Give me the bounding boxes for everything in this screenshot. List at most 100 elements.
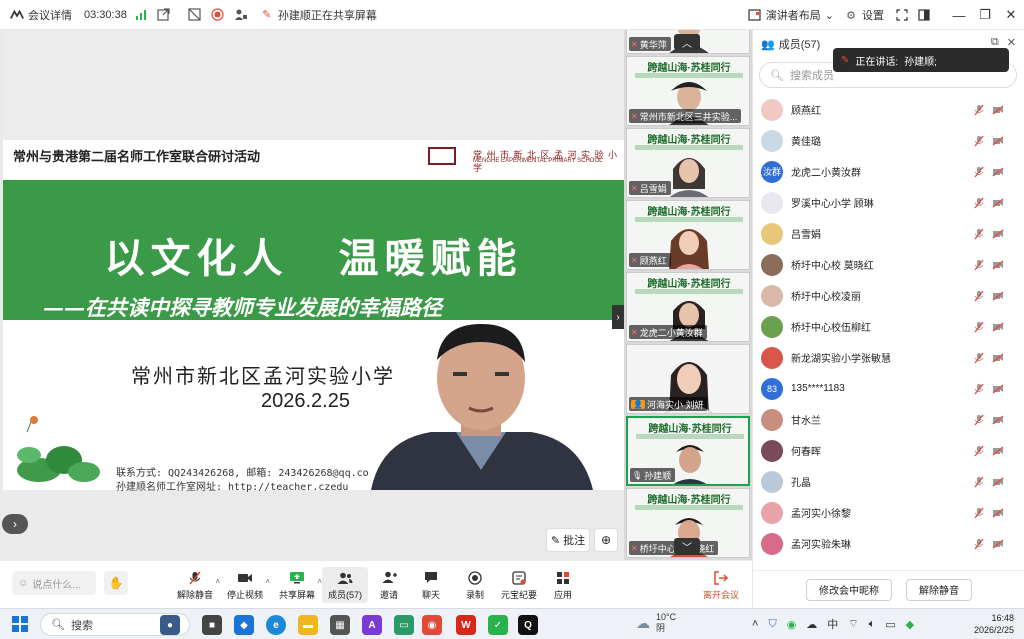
video-tile-active-speaker[interactable]: 跨越山海·苏桂同行 🎙 孙建顺: [626, 416, 750, 486]
unmute-all-button[interactable]: 解除静音: [906, 578, 972, 601]
fullscreen-icon[interactable]: [896, 9, 908, 21]
video-tile[interactable]: 👤 河海实小 刘妍: [626, 344, 750, 414]
camera-off-icon[interactable]: [991, 537, 1005, 551]
presenter-layout-button[interactable]: 演讲者布局 ⌄: [748, 7, 834, 23]
shield-icon[interactable]: ⛉: [768, 618, 776, 631]
raise-hand-icon[interactable]: ✋: [104, 571, 128, 595]
taskbar-app-icon[interactable]: ▭: [394, 615, 414, 635]
member-row[interactable]: 何春晖: [753, 435, 1024, 466]
video-tile[interactable]: 跨越山海·苏桂同行 ✕ 吕雪娟: [626, 128, 750, 198]
app-tray-icon[interactable]: ◉: [787, 618, 797, 631]
chevron-up-icon[interactable]: ˄: [752, 618, 758, 630]
close-icon[interactable]: ✕: [998, 0, 1024, 30]
camera-off-icon[interactable]: [991, 475, 1005, 489]
share-screen-button[interactable]: 共享屏幕 ˄: [274, 567, 322, 603]
close-panel-icon[interactable]: ✕: [1007, 36, 1016, 49]
record-status-icon[interactable]: [211, 8, 224, 21]
member-row[interactable]: 桥圩中心校 莫晓红: [753, 249, 1024, 280]
ime-indicator[interactable]: 中: [827, 616, 838, 632]
taskbar-wechat-icon[interactable]: ◉: [422, 615, 442, 635]
volume-icon[interactable]: 🔈︎: [869, 618, 876, 631]
mic-off-icon[interactable]: [973, 413, 985, 427]
mic-off-icon[interactable]: [973, 382, 985, 396]
video-strip[interactable]: 跨越山海·苏桂同行 ✕黄华萍 跨越山海·苏桂同行 ✕常州市新北区三井实验... …: [624, 30, 752, 560]
camera-off-icon[interactable]: [991, 103, 1005, 117]
video-tile[interactable]: 跨越山海·苏桂同行 ✕ 顾燕红: [626, 200, 750, 270]
strip-scroll-up-icon[interactable]: ︿: [674, 34, 700, 50]
camera-off-icon[interactable]: [991, 382, 1005, 396]
mic-off-icon[interactable]: [973, 475, 985, 489]
taskbar-folder-icon[interactable]: ▬: [298, 615, 318, 635]
taskbar-widget-icon[interactable]: ●: [160, 615, 180, 635]
camera-off-icon[interactable]: [991, 320, 1005, 334]
taskbar-qq-icon[interactable]: Q: [518, 615, 538, 635]
mic-off-icon[interactable]: [973, 351, 985, 365]
member-row[interactable]: 83 135****1183: [753, 373, 1024, 404]
minimize-icon[interactable]: —: [946, 0, 972, 30]
side-panel-toggle-icon[interactable]: [918, 9, 930, 21]
member-row[interactable]: 孔晶: [753, 466, 1024, 497]
member-row[interactable]: 顾燕红: [753, 94, 1024, 125]
apps-button[interactable]: 应用: [540, 567, 586, 603]
taskbar-store-icon[interactable]: ▦: [330, 615, 350, 635]
rename-button[interactable]: 修改会中昵称: [806, 578, 892, 601]
member-row[interactable]: 汝群 龙虎二小黄汝群: [753, 156, 1024, 187]
app-tray-icon[interactable]: ◆: [906, 618, 914, 631]
member-row[interactable]: 桥圩中心校凌丽: [753, 280, 1024, 311]
leave-meeting-button[interactable]: 离开会议: [698, 567, 744, 603]
camera-off-icon[interactable]: [991, 444, 1005, 458]
chevron-up-icon[interactable]: ˄: [265, 577, 270, 586]
mic-off-icon[interactable]: [973, 537, 985, 551]
mic-off-icon[interactable]: [973, 289, 985, 303]
taskbar-wps-icon[interactable]: W: [456, 615, 476, 635]
mic-off-icon[interactable]: [973, 134, 985, 148]
member-row[interactable]: 孟河实小徐黎: [753, 497, 1024, 528]
video-tile[interactable]: 跨越山海·苏桂同行 ✕ 龙虎二小黄汝群: [626, 272, 750, 342]
member-row[interactable]: 罗溪中心小学 顾琳: [753, 187, 1024, 218]
chevron-up-icon[interactable]: ˄: [215, 577, 220, 586]
mic-off-icon[interactable]: [973, 258, 985, 272]
taskbar-app-icon[interactable]: A: [362, 615, 382, 635]
settings-button[interactable]: ⚙ 设置: [844, 7, 884, 23]
strip-collapse-icon[interactable]: ›: [612, 305, 624, 329]
mic-off-icon[interactable]: [973, 320, 985, 334]
share-out-icon[interactable]: [157, 8, 170, 21]
camera-off-icon[interactable]: [991, 227, 1005, 241]
record-button[interactable]: 录制: [452, 567, 498, 603]
people-icon[interactable]: [234, 8, 248, 21]
taskbar-tencent-meeting-icon[interactable]: ◆: [234, 615, 254, 635]
quick-chat-input[interactable]: ☺ 说点什么...: [12, 571, 96, 595]
video-tile[interactable]: 跨越山海·苏桂同行 ✕ 常州市新北区三井实验...: [626, 56, 750, 126]
network-icon[interactable]: ⌔: [848, 617, 858, 631]
taskbar-app-icon[interactable]: ■: [202, 615, 222, 635]
weather-widget[interactable]: ☁ 10°C 阴: [636, 612, 676, 634]
zoom-icon[interactable]: ⊕: [594, 528, 618, 552]
camera-off-icon[interactable]: [991, 413, 1005, 427]
members-button[interactable]: 成员(57): [322, 567, 368, 603]
mic-off-icon[interactable]: [973, 227, 985, 241]
camera-off-icon[interactable]: [991, 196, 1005, 210]
chat-button[interactable]: 聊天: [408, 567, 454, 603]
mic-off-icon[interactable]: [973, 506, 985, 520]
mic-off-icon[interactable]: [973, 103, 985, 117]
strip-scroll-down-icon[interactable]: ﹀: [674, 538, 700, 554]
stop-video-button[interactable]: 停止视频 ˄: [222, 567, 270, 603]
annotate-button[interactable]: ✎ 批注: [546, 528, 590, 552]
unmute-button[interactable]: 解除静音 ˄: [172, 567, 220, 603]
invite-button[interactable]: 邀请: [366, 567, 412, 603]
camera-off-icon[interactable]: [991, 351, 1005, 365]
member-row[interactable]: 黄佳璐: [753, 125, 1024, 156]
mic-off-icon[interactable]: [973, 196, 985, 210]
restore-icon[interactable]: ❐: [972, 0, 998, 30]
member-row[interactable]: 新龙湖实验小学张敏慧: [753, 342, 1024, 373]
camera-off-icon[interactable]: [991, 258, 1005, 272]
camera-off-icon[interactable]: [991, 134, 1005, 148]
battery-icon[interactable]: ▭: [885, 618, 895, 631]
mic-off-icon[interactable]: [973, 165, 985, 179]
taskbar-edge-icon[interactable]: e: [266, 615, 286, 635]
layout-icon[interactable]: [188, 8, 201, 21]
windows-start-icon[interactable]: [12, 616, 28, 632]
member-row[interactable]: 甘水兰: [753, 404, 1024, 435]
camera-off-icon[interactable]: [991, 289, 1005, 303]
cloud-sync-icon[interactable]: ☁: [806, 618, 817, 631]
